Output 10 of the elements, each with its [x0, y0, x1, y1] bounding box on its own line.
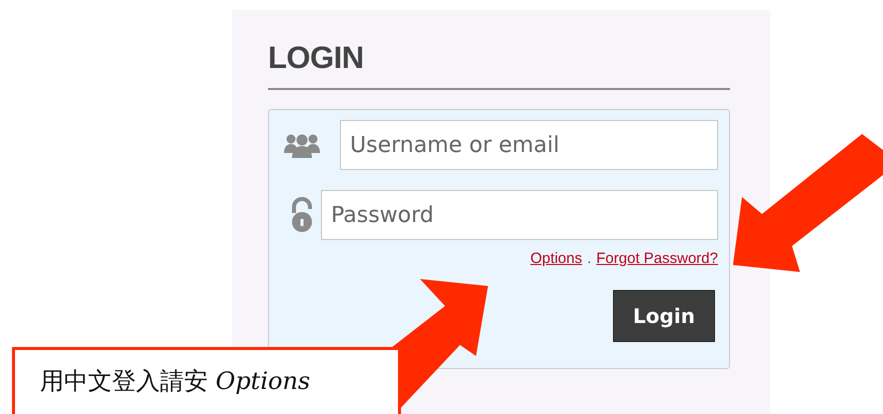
login-button[interactable]: Login	[613, 290, 715, 342]
annotation-text: 用中文登入請安 Options	[40, 367, 310, 395]
login-title: LOGIN	[268, 39, 365, 77]
text-field[interactable]: Password	[321, 190, 718, 240]
users-icon	[283, 132, 321, 158]
padlock-icon	[290, 197, 314, 233]
text-field[interactable]: Username or email	[340, 120, 718, 170]
separator: .	[587, 250, 592, 267]
link[interactable]: Options	[530, 250, 582, 267]
link[interactable]: Forgot Password?	[596, 250, 718, 267]
